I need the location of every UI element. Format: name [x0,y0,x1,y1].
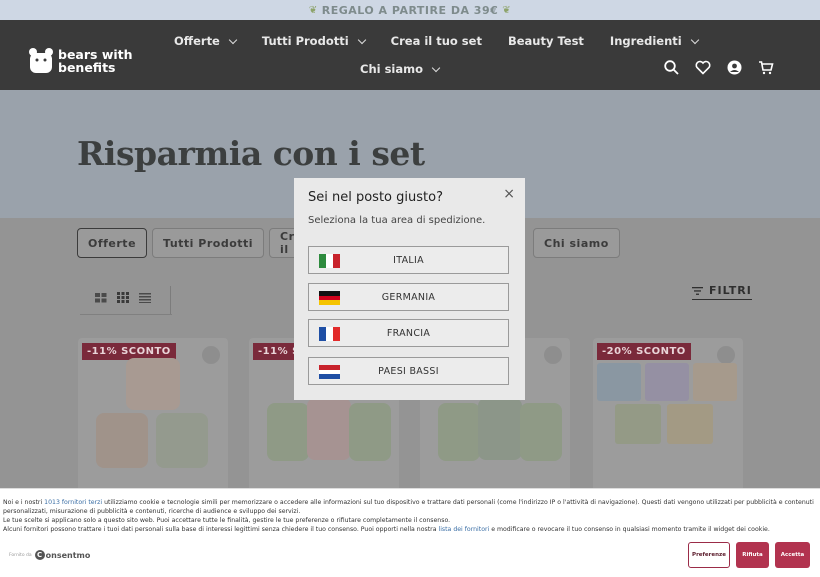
nav-crea-il-tuo-set[interactable]: Crea il tuo set [391,34,482,48]
powered-by: Fornito da Consentmo [9,550,91,560]
heart-icon[interactable] [695,60,711,75]
nav-chi-siamo[interactable]: Chi siamo [360,62,441,76]
leaf-icon: ❦ [502,4,512,16]
country-button-francia[interactable]: FRANCIA [308,319,509,347]
product-jar-image [267,403,309,461]
chevron-down-icon [228,35,238,44]
nav-beauty-test[interactable]: Beauty Test [508,34,584,48]
leaf-icon: ❦ [308,4,318,16]
country-selector-modal: Sei nel posto giusto? × Seleziona la tua… [294,178,525,400]
netherlands-flag-icon [319,365,340,380]
cart-icon[interactable] [758,60,774,75]
product-pouch-image [597,363,641,401]
product-jar-image [349,403,391,461]
divider [80,314,172,315]
country-button-germania[interactable]: GERMANIA [308,283,509,311]
consentmo-logo: Consentmo [34,550,90,560]
filters-button[interactable]: FILTRI [692,284,752,300]
product-card[interactable]: -20% SCONTO [593,338,743,498]
germany-flag-icon [319,291,340,306]
product-jar-image [520,403,562,461]
modal-subtitle: Seleziona la tua area di spedizione. [308,215,486,226]
preferences-button[interactable]: Preferenze [688,542,730,568]
grid-large-icon[interactable] [95,292,107,303]
filter-icon [692,286,703,295]
france-flag-icon [319,327,340,341]
bear-logo-icon [29,48,53,73]
pill-chi-siamo[interactable]: Chi siamo [533,228,620,258]
logo-text-line2: benefits [58,60,116,75]
wishlist-heart-icon[interactable] [544,346,562,364]
logo[interactable]: bears with benefits [28,47,133,75]
main-nav: Offerte Tutti Prodotti Crea il tuo set B… [174,34,724,48]
search-icon[interactable] [664,60,679,75]
site-header: bears with benefits Offerte Tutti Prodot… [0,20,820,90]
pill-tutti-prodotti[interactable]: Tutti Prodotti [152,228,265,258]
product-card[interactable]: -11% SCONTO [78,338,228,498]
wishlist-heart-icon[interactable] [202,346,220,364]
product-jar-image [307,398,351,460]
cookie-banner: Noi e i nostri 1013 fornitori terzi util… [0,488,820,577]
view-toggle [95,292,151,303]
grid-small-icon[interactable] [117,292,129,303]
italy-flag-icon [319,254,340,268]
vendor-list-link[interactable]: lista dei fornitori [438,526,489,533]
pill-offerte[interactable]: Offerte [77,228,148,258]
chevron-down-icon [690,35,699,44]
close-icon[interactable]: × [503,186,515,202]
promo-bar: ❦ REGALO A PARTIRE DA 39€ ❦ [0,0,820,20]
product-jar-image [438,403,480,461]
country-button-paesi-bassi[interactable]: PAESI BASSI [308,357,509,385]
cookie-text: Noi e i nostri 1013 fornitori terzi util… [3,499,814,533]
chevron-down-icon [431,63,441,72]
wishlist-heart-icon[interactable] [717,346,735,364]
product-pouch-image [667,404,713,444]
nav-offerte[interactable]: Offerte [174,34,238,48]
country-button-italia[interactable]: ITALIA [308,246,509,274]
nav-ingredienti[interactable]: Ingredienti [610,34,699,48]
accept-button[interactable]: Accetta [775,542,810,568]
list-view-icon[interactable] [139,292,151,303]
category-pills: Offerte Tutti Prodotti Crea il [77,228,330,258]
product-pouch-image [693,363,737,401]
chevron-down-icon [357,35,366,44]
product-jar-image [478,398,522,460]
product-pouch-image [615,404,661,444]
product-jar-image [96,413,148,468]
product-jar-image [126,358,180,410]
nav-tutti-prodotti[interactable]: Tutti Prodotti [262,34,366,48]
account-icon[interactable] [727,60,742,75]
vendors-link[interactable]: 1013 fornitori terzi [44,499,102,506]
product-pouch-image [645,363,689,401]
product-jar-image [156,413,208,468]
page-title: Risparmia con i set [77,134,425,173]
discount-badge: -20% SCONTO [597,343,691,360]
reject-button[interactable]: Rifiuta [736,542,769,568]
divider [170,286,171,314]
modal-title: Sei nel posto giusto? [308,190,443,205]
promo-text: REGALO A PARTIRE DA 39€ [321,3,499,17]
